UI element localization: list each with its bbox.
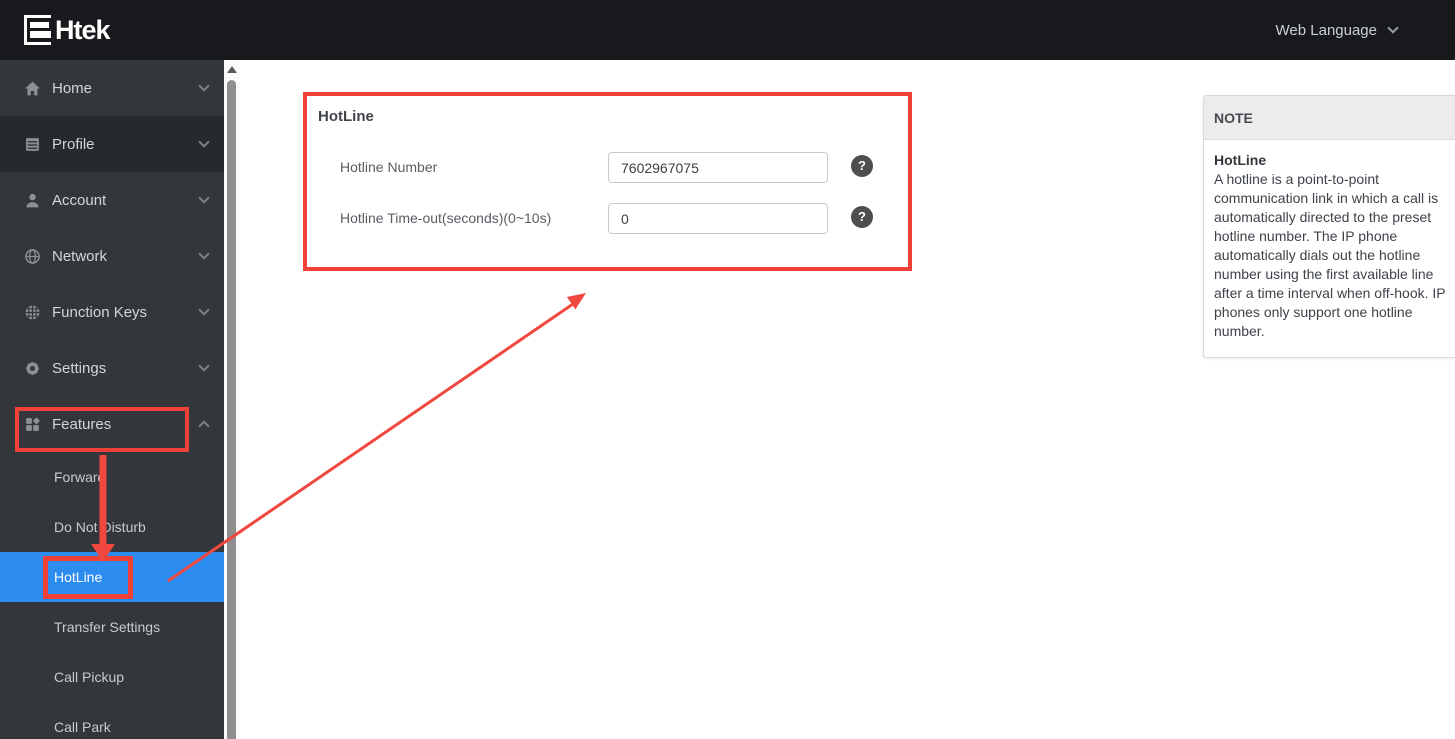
sidebar-item-label: Settings [52,359,107,377]
subitem-label: HotLine [54,569,103,585]
hotline-number-label: Hotline Number [340,159,438,175]
note-body: HotLine A hotline is a point-to-point co… [1204,140,1455,357]
note-title: NOTE [1204,96,1455,140]
chevron-down-icon[interactable] [198,192,210,204]
chevron-down-icon[interactable] [198,80,210,92]
hotline-number-input[interactable] [608,152,828,183]
sidebar-item-home[interactable]: Home [0,60,224,116]
sidebar-item-account[interactable]: Account [0,172,224,228]
help-icon[interactable]: ? [851,155,873,177]
settings-gear-icon [26,361,39,375]
network-icon [25,248,40,264]
subitem-label: Call Park [54,719,111,735]
sidebar-item-network[interactable]: Network [0,228,224,284]
chevron-up-icon[interactable] [198,420,210,432]
chevron-down-icon[interactable] [198,248,210,260]
diagonal-arrow-head [566,293,586,310]
hotline-timeout-label: Hotline Time-out(seconds)(0~10s) [340,210,552,226]
chevron-down-icon [1387,22,1399,34]
sidebar-item-label: Home [52,79,93,97]
sidebar-item-label: Network [52,247,108,265]
profile-icon [26,137,39,151]
htek-logo-icon [24,15,51,45]
note-panel: NOTE HotLine A hotline is a point-to-poi… [1203,95,1455,358]
sidebar-item-features[interactable]: Features [0,396,224,452]
sidebar-item-label: Function Keys [52,303,148,321]
scroll-up-arrow-icon[interactable] [227,66,237,73]
subitem-label: Transfer Settings [54,619,161,635]
web-language-dropdown[interactable]: Web Language [1275,0,1399,60]
sidebar-item-profile[interactable]: Profile [0,116,224,172]
hotline-timeout-input[interactable] [608,203,828,234]
features-icon [26,416,41,431]
htek-web-admin: Htek Web Language Home Profile Account N… [0,0,1455,739]
function-keys-icon [25,305,40,319]
sidebar-item-function-keys[interactable]: Function Keys [0,284,224,340]
sidebar-subitem-do-not-disturb[interactable]: Do Not Disturb [0,502,224,552]
sidebar-item-label: Account [52,191,107,209]
sidebar-subitem-call-park[interactable]: Call Park [0,702,224,739]
sidebar-subitem-call-pickup[interactable]: Call Pickup [0,652,224,702]
sidebar-item-label: Features [52,415,112,433]
chevron-down-icon[interactable] [198,304,210,316]
sidebar-subitem-transfer-settings[interactable]: Transfer Settings [0,602,224,652]
sidebar-item-label: Profile [52,135,95,153]
top-bar: Htek Web Language [0,0,1455,60]
sidebar-nav: Home Profile Account Network Function Ke… [0,60,224,739]
htek-logo: Htek [24,15,111,45]
scrollbar-thumb[interactable] [227,80,236,739]
subitem-label: Do Not Disturb [54,519,146,535]
help-icon[interactable]: ? [851,206,873,228]
home-icon [25,81,40,95]
sidebar-subitem-hotline[interactable]: HotLine [0,552,224,602]
subitem-label: Forward [54,469,106,485]
chevron-down-icon[interactable] [198,360,210,372]
sidebar-scrollbar[interactable] [224,60,240,739]
logo-text: Htek [55,15,111,45]
sidebar-subitem-forward[interactable]: Forward [0,452,224,502]
page-title: HotLine [318,108,374,125]
subitem-label: Call Pickup [54,669,125,685]
account-icon [26,193,39,207]
sidebar-item-settings[interactable]: Settings [0,340,224,396]
note-subtitle: HotLine [1214,152,1267,168]
web-language-label: Web Language [1275,21,1377,39]
note-text: A hotline is a point-to-point communicat… [1214,171,1446,339]
chevron-down-icon[interactable] [198,136,210,148]
